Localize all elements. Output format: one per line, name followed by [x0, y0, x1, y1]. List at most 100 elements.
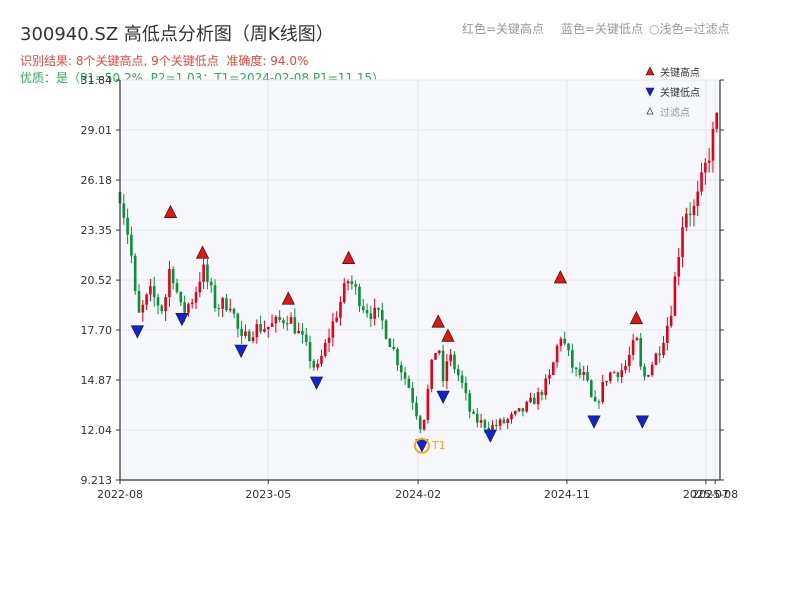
- x-tick-label: 2023-05: [245, 488, 291, 501]
- x-tick-label: 2025-08: [692, 488, 738, 501]
- candle-down: [282, 319, 285, 324]
- candle-down: [312, 360, 316, 368]
- candle-up: [445, 361, 449, 382]
- candle-up: [631, 340, 635, 355]
- candle-down: [502, 419, 506, 424]
- candle-up: [430, 359, 433, 389]
- y-tick-label: 14.87: [81, 374, 113, 387]
- candle-up: [270, 323, 274, 327]
- candle-up: [628, 354, 631, 366]
- candle-down: [130, 234, 133, 256]
- candle-down: [301, 330, 304, 335]
- candle-down: [365, 310, 369, 314]
- candle-down: [521, 408, 525, 412]
- candle-down: [133, 255, 137, 292]
- y-tick-label: 12.04: [81, 424, 113, 437]
- candle-up: [289, 317, 293, 324]
- candle-up: [190, 302, 194, 305]
- candle-up: [707, 160, 711, 163]
- candle-up: [373, 307, 376, 319]
- candle-down: [388, 338, 392, 347]
- candle-up: [700, 172, 703, 192]
- candle-up: [323, 342, 327, 356]
- candle-down: [483, 420, 487, 428]
- candle-down: [468, 393, 471, 412]
- candle-down: [156, 297, 160, 306]
- y-tick-label: 23.35: [81, 224, 113, 237]
- candle-up: [149, 286, 152, 295]
- candle-up: [187, 304, 190, 313]
- candle-down: [456, 369, 460, 376]
- candle-up: [335, 317, 338, 322]
- candle-down: [236, 313, 240, 329]
- candle-up: [202, 264, 205, 282]
- candle-down: [616, 372, 620, 378]
- candle-up: [498, 419, 502, 426]
- candle-down: [403, 372, 407, 379]
- candle-up: [662, 342, 665, 356]
- candle-down: [563, 338, 567, 344]
- legend-high-icon: [645, 66, 655, 76]
- candle-up: [620, 370, 624, 378]
- candle-down: [464, 382, 468, 394]
- candle-down: [240, 328, 243, 336]
- candle-down: [643, 366, 646, 377]
- candle-up: [274, 316, 278, 324]
- candle-up: [426, 388, 430, 420]
- legend-label: 关键高点: [660, 66, 700, 79]
- candle-up: [327, 337, 331, 343]
- candle-up: [677, 256, 681, 277]
- candle-down: [361, 306, 365, 311]
- candle-up: [559, 338, 563, 346]
- candle-up: [536, 392, 540, 405]
- candle-down: [415, 402, 418, 417]
- candle-down: [597, 401, 601, 403]
- candle-up: [316, 363, 319, 368]
- candle-up: [654, 353, 658, 365]
- candle-down: [639, 338, 643, 367]
- candle-up: [346, 281, 350, 284]
- candle-down: [396, 348, 399, 366]
- candle-up: [601, 382, 605, 402]
- candle-down: [278, 316, 281, 320]
- candle-down: [126, 217, 129, 235]
- candle-down: [354, 284, 357, 287]
- candle-up: [544, 378, 548, 396]
- candle-down: [179, 291, 183, 303]
- candle-up: [251, 337, 255, 342]
- candle-down: [285, 323, 289, 325]
- candle-down: [369, 313, 373, 319]
- candle-down: [175, 283, 179, 292]
- legend-label: 过滤点: [660, 106, 690, 119]
- candle-up: [141, 304, 145, 313]
- candle-down: [171, 269, 175, 284]
- candle-down: [411, 387, 414, 403]
- x-tick-label: 2024-02: [395, 488, 441, 501]
- candle-up: [297, 330, 300, 334]
- candle-up: [263, 329, 266, 332]
- candle-up: [704, 162, 707, 173]
- candle-down: [688, 213, 692, 216]
- candle-down: [567, 343, 570, 351]
- candle-up: [506, 419, 509, 424]
- candle-down: [658, 353, 662, 356]
- candle-up: [582, 372, 586, 376]
- candle-down: [122, 203, 126, 218]
- candle-up: [339, 301, 342, 318]
- candle-up: [434, 353, 437, 360]
- candle-up: [525, 401, 528, 412]
- candle-down: [232, 308, 236, 314]
- candle-down: [358, 286, 361, 307]
- candlestick-chart: 9.213 12.04 14.87 17.70 20.52 23.35 26.18 29.01…: [81, 66, 739, 501]
- candle-up: [449, 354, 452, 362]
- candle-up: [228, 308, 232, 311]
- candle-up: [168, 269, 171, 298]
- candle-down: [593, 396, 597, 402]
- candle-down: [460, 375, 464, 383]
- candle-up: [479, 420, 483, 423]
- candle-up: [673, 276, 677, 316]
- candle-up: [244, 331, 247, 336]
- y-tick-label: 17.70: [81, 324, 113, 337]
- candle-down: [540, 392, 544, 396]
- plot-area: 9.213 12.04 14.87 17.70 20.52 23.35 26.18 29.01…: [81, 74, 739, 501]
